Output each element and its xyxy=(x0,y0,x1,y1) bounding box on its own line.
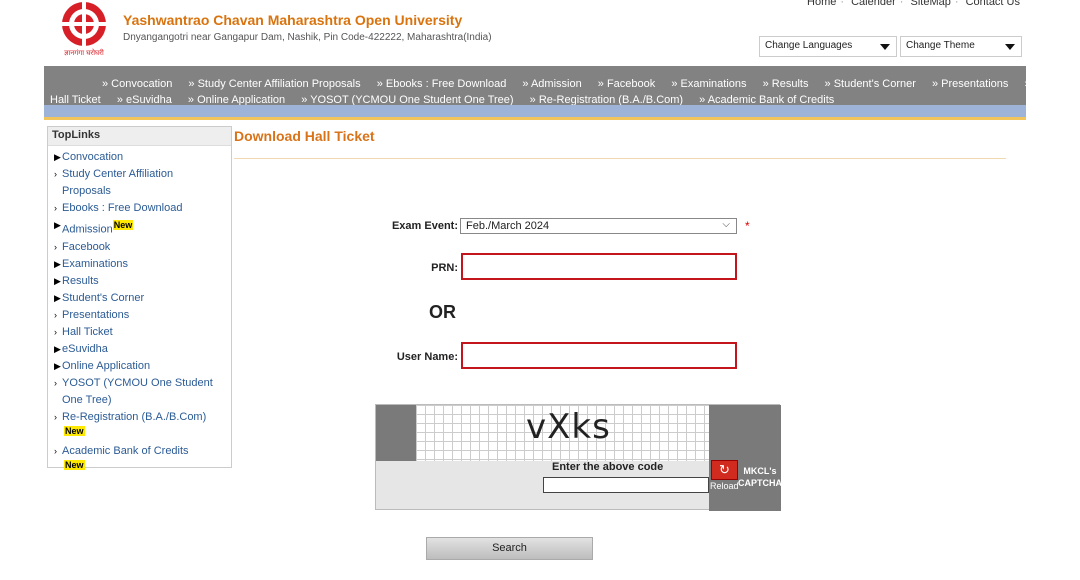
sidebar-item-online-application[interactable]: ▶ Online Application xyxy=(54,358,231,375)
exam-event-value: Feb./March 2024 xyxy=(466,220,550,232)
top-links: Home · Calender · SiteMap · Contact Us xyxy=(803,0,1024,8)
sidebar-item-convocation[interactable]: ▶ Convocation xyxy=(54,149,231,166)
sidebar-item-esuvidha[interactable]: ▶ eSuvidha xyxy=(54,341,231,358)
nav-ebooks[interactable]: » Ebooks : Free Download xyxy=(377,76,507,93)
page-title: Download Hall Ticket xyxy=(234,128,375,144)
calender-link[interactable]: Calender xyxy=(847,0,900,8)
chevron-right-icon: › xyxy=(54,326,57,337)
arrow-icon: ▶ xyxy=(54,343,61,354)
search-button[interactable]: Search xyxy=(426,537,593,560)
nav-study-center[interactable]: » Study Center Affiliation Proposals xyxy=(188,76,360,93)
arrow-icon: ▶ xyxy=(54,258,61,269)
exam-event-label: Exam Event: xyxy=(391,220,458,232)
nav-accent-line xyxy=(44,117,1026,120)
nav-convocation[interactable]: » Convocation xyxy=(102,76,172,93)
captcha-text: vXks xyxy=(526,407,611,447)
chevron-right-icon: › xyxy=(54,411,57,422)
logo-text: ज्ञानगंगा घरोघरी xyxy=(64,48,104,57)
sidebar-item-academic-bank[interactable]: › Academic Bank of Credits xyxy=(54,443,231,460)
chevron-right-icon: › xyxy=(54,309,57,320)
sitemap-link[interactable]: SiteMap xyxy=(906,0,954,8)
sidebar-item-study-center[interactable]: › Study Center Affiliation xyxy=(54,166,231,183)
username-label: User Name: xyxy=(396,351,458,363)
chevron-right-icon: › xyxy=(54,445,57,456)
username-input[interactable] xyxy=(461,342,737,369)
exam-event-select[interactable]: Feb./March 2024 ⌵ xyxy=(460,218,737,234)
chevron-right-icon: › xyxy=(54,169,57,179)
home-link[interactable]: Home xyxy=(803,0,840,8)
captcha-input[interactable] xyxy=(543,477,709,493)
chevron-right-icon: › xyxy=(54,241,57,252)
new-badge: New xyxy=(64,459,85,470)
arrow-icon: ▶ xyxy=(54,360,61,371)
nav-admission[interactable]: » Admission xyxy=(522,76,581,93)
arrow-icon: ▶ xyxy=(54,220,61,230)
sidebar-item-hall-ticket[interactable]: › Hall Ticket xyxy=(54,324,231,341)
or-separator: OR xyxy=(429,302,456,322)
captcha-prompt: Enter the above code xyxy=(552,461,664,473)
chevron-down-icon xyxy=(880,44,890,50)
university-name: Yashwantrao Chavan Maharashtra Open Univ… xyxy=(123,12,463,28)
sidebar-item-admission[interactable]: ▶ AdmissionNew xyxy=(54,217,231,239)
new-badge: New xyxy=(64,425,85,436)
sidebar-item-facebook[interactable]: › Facebook xyxy=(54,239,231,256)
chevron-right-icon: › xyxy=(54,203,57,213)
sidebar-item-examinations[interactable]: ▶ Examinations xyxy=(54,256,231,273)
captcha-right-band xyxy=(709,405,781,511)
prn-input[interactable] xyxy=(461,253,737,280)
new-badge: New xyxy=(112,220,134,230)
university-logo: ज्ञानगंगा घरोघरी xyxy=(62,2,106,57)
sidebar-item-yosot[interactable]: › YOSOT (YCMOU One Student xyxy=(54,375,231,392)
sidebar-item-presentations[interactable]: › Presentations xyxy=(54,307,231,324)
nav-presentations[interactable]: » Presentations xyxy=(932,76,1008,93)
sidebar-item-re-registration[interactable]: › Re-Registration (B.A./B.Com) xyxy=(54,409,231,426)
sidebar-item-yosot-cont[interactable]: One Tree) xyxy=(54,392,231,409)
sidebar-item-study-center-cont[interactable]: Proposals xyxy=(54,183,231,200)
sidebar-heading: TopLinks xyxy=(48,127,231,146)
main-nav: » Convocation » Study Center Affiliation… xyxy=(44,66,1031,106)
chevron-down-icon: ⌵ xyxy=(722,219,730,230)
nav-examinations[interactable]: » Examinations xyxy=(671,76,746,93)
nav-separator: » xyxy=(1024,78,1031,90)
contact-us-link[interactable]: Contact Us xyxy=(962,0,1024,8)
language-select[interactable]: Change Languages xyxy=(759,36,897,57)
prn-label: PRN: xyxy=(431,262,458,274)
arrow-icon: ▶ xyxy=(54,275,61,286)
sidebar-item-students-corner[interactable]: ▶ Student's Corner xyxy=(54,290,231,307)
chevron-right-icon: › xyxy=(54,377,57,388)
sidebar-item-results[interactable]: ▶ Results xyxy=(54,273,231,290)
captcha-left-band xyxy=(376,405,416,461)
sidebar-new-row: New xyxy=(54,459,231,471)
captcha-brand: MKCL's CAPTCHA xyxy=(738,466,782,488)
theme-select-value: Change Theme xyxy=(906,40,975,51)
nav-accent-bar xyxy=(44,105,1026,117)
arrow-icon: ▶ xyxy=(54,152,61,162)
captcha-panel: vXks Enter the above code ↻ Reload MKCL'… xyxy=(375,404,782,511)
chevron-down-icon xyxy=(1005,44,1015,50)
sidebar-toplinks: TopLinks ▶ Convocation › Study Center Affi… xyxy=(47,126,232,471)
language-select-value: Change Languages xyxy=(765,40,853,51)
sidebar-item-ebooks[interactable]: › Ebooks : Free Download xyxy=(54,200,231,217)
nav-facebook[interactable]: » Facebook xyxy=(598,76,655,93)
reload-icon[interactable]: ↻ xyxy=(711,460,738,480)
arrow-icon: ▶ xyxy=(54,292,61,303)
nav-results[interactable]: » Results xyxy=(763,76,809,93)
university-address: Dnyangangotri near Gangapur Dam, Nashik,… xyxy=(123,32,492,43)
nav-students-corner[interactable]: » Student's Corner xyxy=(825,76,916,93)
sidebar-new-row: New xyxy=(54,425,231,437)
required-mark: * xyxy=(745,219,750,233)
title-divider xyxy=(234,158,1006,159)
theme-select[interactable]: Change Theme xyxy=(900,36,1022,57)
reload-label[interactable]: Reload xyxy=(710,481,739,491)
